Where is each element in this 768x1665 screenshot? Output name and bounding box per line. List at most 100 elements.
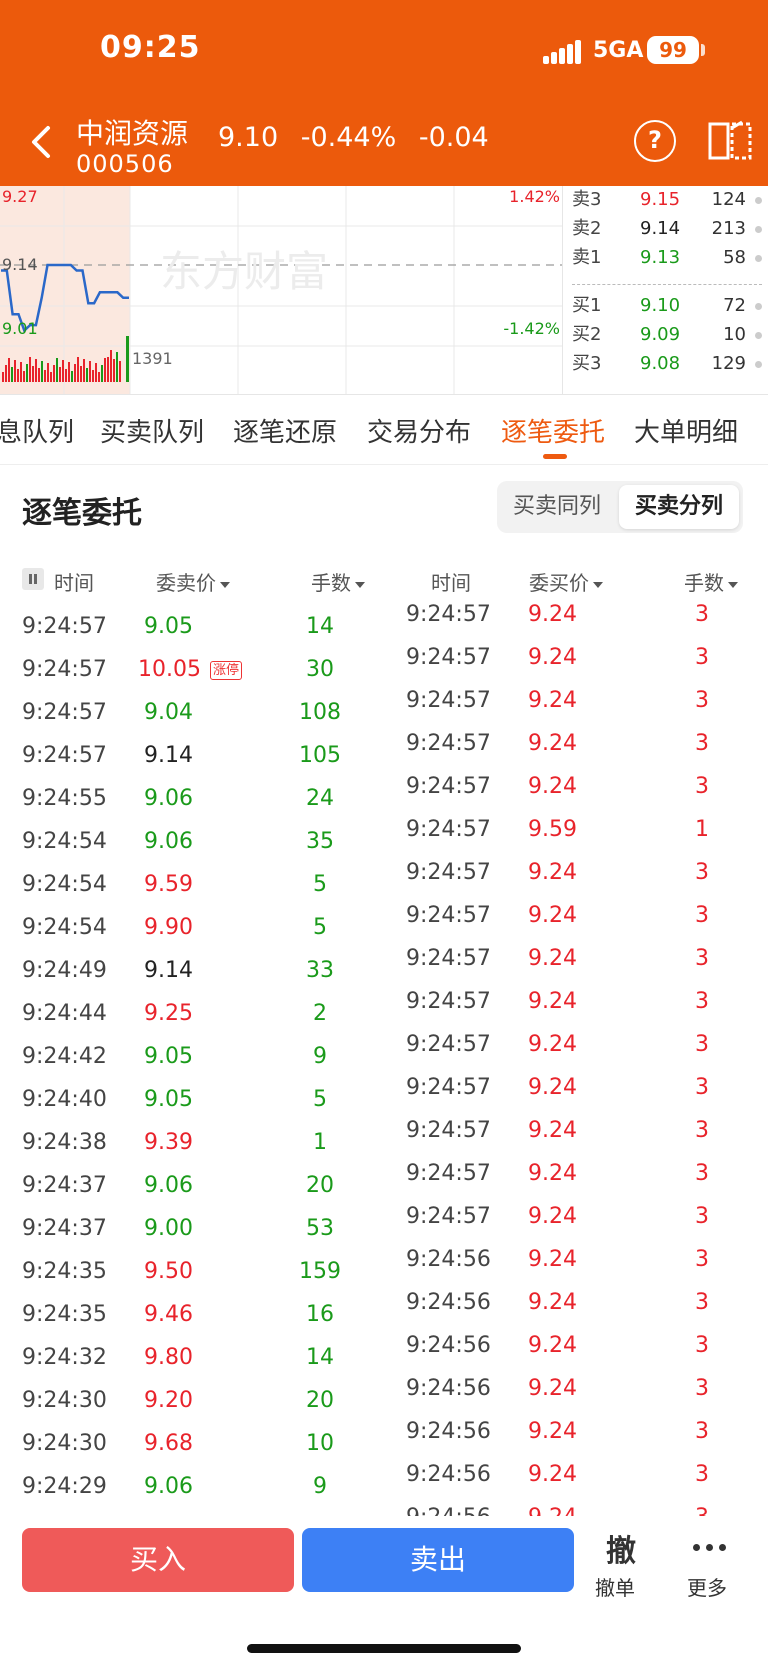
- buy-order-row[interactable]: 9:24:56 9.24 3: [384, 1319, 768, 1362]
- ask-label: 卖1: [572, 247, 602, 268]
- buy-order-row[interactable]: 9:24:57 9.24 3: [384, 932, 768, 975]
- help-icon[interactable]: ?: [634, 120, 676, 162]
- sell-order-row[interactable]: 9:24:40 9.05 5: [0, 1073, 384, 1116]
- stock-header: 中润资源 000506 9.10 -0.44% -0.04 ?: [0, 102, 768, 186]
- order-qty: 108: [299, 700, 341, 725]
- ask-level-1[interactable]: 卖1 9.13 58: [572, 244, 768, 272]
- order-time: 9:24:30: [22, 1388, 107, 1413]
- order-time: 9:24:49: [22, 958, 107, 983]
- order-price: 9.24: [528, 1505, 577, 1516]
- order-qty: 3: [695, 1376, 709, 1401]
- order-qty: 20: [306, 1173, 334, 1198]
- order-price: 9.24: [528, 1290, 577, 1315]
- sell-order-row[interactable]: 9:24:57 9.04 108: [0, 686, 384, 729]
- buy-col-qty[interactable]: 手数: [684, 567, 738, 596]
- buy-order-row[interactable]: 9:24:56 9.24 3: [384, 1405, 768, 1448]
- bid-volume: 10: [723, 324, 746, 345]
- buy-order-row[interactable]: 9:24:56 9.24 3: [384, 1491, 768, 1516]
- toggle-same-column[interactable]: 买卖同列: [501, 485, 613, 529]
- sell-order-row[interactable]: 9:24:55 9.06 24: [0, 772, 384, 815]
- order-time: 9:24:56: [406, 1247, 491, 1272]
- order-price: 9.14: [144, 958, 193, 983]
- sell-order-row[interactable]: 9:24:37 9.00 53: [0, 1202, 384, 1245]
- sell-order-row[interactable]: 9:24:54 9.06 35: [0, 815, 384, 858]
- sell-order-row[interactable]: 9:24:57 10.05 涨停 30: [0, 643, 384, 686]
- sell-order-row[interactable]: 9:24:30 9.20 20: [0, 1374, 384, 1417]
- sell-col-price[interactable]: 委卖价: [156, 567, 230, 596]
- pause-icon[interactable]: [22, 568, 44, 590]
- sell-order-row[interactable]: 9:24:29 9.06 9: [0, 1460, 384, 1503]
- tab-2[interactable]: 逐笔还原: [233, 412, 337, 449]
- buy-order-row[interactable]: 9:24:57 9.24 3: [384, 975, 768, 1018]
- tab-1[interactable]: 买卖队列: [100, 412, 204, 449]
- layout-switch-icon[interactable]: [708, 120, 752, 162]
- buy-col-price[interactable]: 委买价: [529, 567, 603, 596]
- tab-3[interactable]: 交易分布: [367, 412, 471, 449]
- order-price: 9.24: [528, 1247, 577, 1272]
- order-price: 9.24: [528, 1118, 577, 1143]
- buy-order-row[interactable]: 9:24:57 9.24 3: [384, 846, 768, 889]
- toggle-split-column[interactable]: 买卖分列: [619, 485, 739, 529]
- sell-order-row[interactable]: 9:24:32 9.80 14: [0, 1331, 384, 1374]
- buy-order-row[interactable]: 9:24:57 9.24 3: [384, 717, 768, 760]
- tab-4[interactable]: 逐笔委托: [501, 412, 605, 449]
- more-label[interactable]: 更多: [687, 1572, 727, 1601]
- order-time: 9:24:54: [22, 872, 107, 897]
- buy-order-row[interactable]: 9:24:56 9.24 3: [384, 1233, 768, 1276]
- bid-level-1[interactable]: 买1 9.10 72: [572, 292, 768, 320]
- order-price: 9.59: [144, 872, 193, 897]
- buy-order-row[interactable]: 9:24:57 9.24 3: [384, 889, 768, 932]
- sell-order-row[interactable]: 9:24:42 9.05 9: [0, 1030, 384, 1073]
- order-time: 9:24:37: [22, 1173, 107, 1198]
- sell-order-row[interactable]: 9:24:57 9.05 14: [0, 600, 384, 643]
- bid-level-3[interactable]: 买3 9.08 129: [572, 350, 768, 378]
- buy-order-row[interactable]: 9:24:57 9.24 3: [384, 1061, 768, 1104]
- buy-order-row[interactable]: 9:24:56 9.24 3: [384, 1276, 768, 1319]
- sell-button[interactable]: 卖出: [302, 1528, 574, 1592]
- bid-price: 9.09: [640, 324, 681, 345]
- bid-volume: 72: [723, 295, 746, 316]
- buy-order-row[interactable]: 9:24:57 9.24 3: [384, 1018, 768, 1061]
- order-qty: 3: [695, 1462, 709, 1487]
- sell-col-qty[interactable]: 手数: [311, 567, 365, 596]
- buy-order-row[interactable]: 9:24:57 9.59 1: [384, 803, 768, 846]
- buy-order-row[interactable]: 9:24:57 9.24 3: [384, 1190, 768, 1233]
- ask-level-2[interactable]: 卖2 9.14 213: [572, 215, 768, 243]
- volume-bar: [41, 361, 43, 382]
- order-price: 9.24: [528, 946, 577, 971]
- bid-price: 9.08: [640, 353, 681, 374]
- buy-order-row[interactable]: 9:24:56 9.24 3: [384, 1448, 768, 1491]
- buy-order-row[interactable]: 9:24:57 9.24 3: [384, 1104, 768, 1147]
- sell-order-row[interactable]: 9:24:35 9.50 159: [0, 1245, 384, 1288]
- buy-order-row[interactable]: 9:24:57 9.24 3: [384, 631, 768, 674]
- buy-orders-list[interactable]: 9:24:57 9.24 3 9:24:57 9.24 3 9:24:57 9.24 3 9:24…: [384, 600, 768, 1516]
- cancel-order-icon[interactable]: 撤: [603, 1526, 639, 1570]
- sell-order-row[interactable]: 9:24:54 9.59 5: [0, 858, 384, 901]
- sell-order-row[interactable]: 9:24:30 9.68 10: [0, 1417, 384, 1460]
- ask-level-3[interactable]: 卖3 9.15 124: [572, 186, 768, 214]
- buy-order-row[interactable]: 9:24:57 9.24 3: [384, 1147, 768, 1190]
- sell-order-row[interactable]: 9:24:54 9.90 5: [0, 901, 384, 944]
- sell-col-qty-label: 手数: [311, 571, 351, 595]
- buy-order-row[interactable]: 9:24:56 9.24 3: [384, 1362, 768, 1405]
- buy-order-row[interactable]: 9:24:57 9.24 3: [384, 760, 768, 803]
- tab-0[interactable]: 息队列: [0, 412, 74, 449]
- cancel-order-label[interactable]: 撤单: [595, 1572, 635, 1601]
- sell-order-row[interactable]: 9:24:38 9.39 1: [0, 1116, 384, 1159]
- more-dots-icon[interactable]: [693, 1544, 727, 1552]
- sell-order-row[interactable]: 9:24:35 9.46 16: [0, 1288, 384, 1331]
- sell-order-row[interactable]: 9:24:57 9.14 105: [0, 729, 384, 772]
- sell-order-row[interactable]: 9:24:37 9.06 20: [0, 1159, 384, 1202]
- sell-order-row[interactable]: 9:24:49 9.14 33: [0, 944, 384, 987]
- volume-bar: [5, 365, 7, 382]
- buy-order-row[interactable]: 9:24:57 9.24 3: [384, 674, 768, 717]
- buy-order-row[interactable]: 9:24:57 9.24 3: [384, 600, 768, 631]
- sell-orders-list[interactable]: 9:24:57 9.05 14 9:24:57 10.05 涨停 30 9:24:57 9.04…: [0, 600, 384, 1516]
- sell-order-row[interactable]: 9:24:44 9.25 2: [0, 987, 384, 1030]
- back-arrow-icon[interactable]: [22, 120, 62, 164]
- tab-5[interactable]: 大单明细: [634, 412, 738, 449]
- order-time: 9:24:57: [22, 657, 107, 682]
- bid-level-2[interactable]: 买2 9.09 10: [572, 321, 768, 349]
- buy-button[interactable]: 买入: [22, 1528, 294, 1592]
- intraday-mini-chart[interactable]: 东方财富 9.27 9.14 9.01 1.42% -1.42% 1391 卖3…: [0, 186, 768, 395]
